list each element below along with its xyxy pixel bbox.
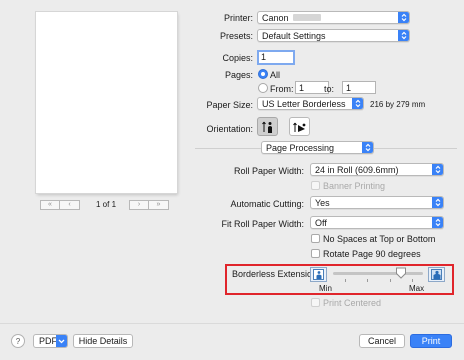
max-extension-icon <box>428 267 445 282</box>
popup-stepper-icon <box>432 197 443 208</box>
presets-label: Presets: <box>219 31 253 41</box>
next-page-icon[interactable]: › <box>129 199 149 210</box>
page-preview <box>36 12 177 193</box>
landscape-orientation-button[interactable] <box>289 117 310 136</box>
pdf-menu-button[interactable]: PDF <box>33 334 68 348</box>
slider-tick <box>367 279 368 282</box>
fit-roll-paper-width-popup[interactable]: Off <box>310 216 444 229</box>
last-page-icon[interactable]: » <box>149 199 169 210</box>
page-count: 1 of 1 <box>96 200 117 209</box>
portrait-icon <box>261 121 272 133</box>
popup-stepper-icon <box>432 164 443 175</box>
roll-paper-width-popup[interactable]: 24 in Roll (609.6mm) <box>310 163 444 176</box>
borderless-extension-label: Borderless Extension: <box>232 269 320 279</box>
borderless-extension-track[interactable] <box>333 272 423 275</box>
pages-all-label: All <box>270 70 281 80</box>
hide-details-button[interactable]: Hide Details <box>73 334 133 348</box>
section-popup[interactable]: Page Processing <box>261 141 374 154</box>
presets-value: Default Settings <box>262 30 326 41</box>
no-spaces-label: No Spaces at Top or Bottom <box>323 234 436 244</box>
landscape-icon <box>292 122 305 132</box>
print-centered-label: Print Centered <box>323 298 382 308</box>
min-extension-icon <box>310 267 327 282</box>
slider-tick <box>345 279 346 282</box>
pages-label: Pages: <box>224 70 253 80</box>
portrait-orientation-button[interactable] <box>257 117 278 136</box>
printer-model-redacted <box>292 14 321 21</box>
pages-to-field[interactable]: 1 <box>342 81 376 94</box>
paper-size-label: Paper Size: <box>206 100 253 110</box>
chevron-down-icon <box>56 335 67 347</box>
page-nav-right: › » <box>129 199 169 210</box>
footer-separator <box>0 323 464 324</box>
automatic-cutting-popup[interactable]: Yes <box>310 196 444 209</box>
cancel-button[interactable]: Cancel <box>359 334 405 348</box>
first-page-icon[interactable]: « <box>40 199 60 210</box>
borderless-extension-thumb[interactable] <box>395 267 407 279</box>
popup-stepper-icon <box>398 12 409 23</box>
popup-stepper-icon <box>398 30 409 41</box>
printer-label: Printer: <box>223 13 253 23</box>
rotate-page-checkbox[interactable] <box>311 249 320 258</box>
automatic-cutting-label: Automatic Cutting: <box>230 199 304 209</box>
paper-size-popup[interactable]: US Letter Borderless <box>257 97 364 110</box>
slider-tick <box>412 279 413 282</box>
fit-roll-paper-width-value: Off <box>315 217 327 228</box>
roll-paper-width-label: Roll Paper Width: <box>233 166 304 176</box>
copies-field[interactable]: 1 <box>257 50 295 65</box>
popup-stepper-icon <box>352 98 363 109</box>
borderless-extension-max-label: Max <box>409 284 425 293</box>
printer-value: Canon <box>262 12 289 23</box>
help-button[interactable]: ? <box>11 334 25 348</box>
slider-tick <box>390 279 391 282</box>
print-button[interactable]: Print <box>410 334 452 348</box>
banner-printing-label: Banner Printing <box>323 181 386 191</box>
pdf-label: PDF <box>39 336 57 346</box>
fit-roll-paper-width-label: Fit Roll Paper Width: <box>221 219 304 229</box>
copies-label: Copies: <box>222 53 253 63</box>
pages-from-label: From: <box>270 84 294 94</box>
popup-stepper-icon <box>432 217 443 228</box>
pages-from-radio[interactable] <box>258 83 268 93</box>
print-centered-checkbox[interactable] <box>311 298 320 307</box>
orientation-label: Orientation: <box>206 124 253 134</box>
section-value: Page Processing <box>266 142 335 153</box>
roll-paper-width-value: 24 in Roll (609.6mm) <box>315 164 399 175</box>
no-spaces-checkbox[interactable] <box>311 234 320 243</box>
presets-popup[interactable]: Default Settings <box>257 29 410 42</box>
paper-size-value: US Letter Borderless <box>262 98 346 109</box>
printer-popup[interactable]: Canon <box>257 11 410 24</box>
prev-page-icon[interactable]: ‹ <box>60 199 80 210</box>
rotate-page-label: Rotate Page 90 degrees <box>323 249 421 259</box>
page-nav-left: « ‹ <box>40 199 80 210</box>
borderless-extension-min-label: Min <box>319 284 332 293</box>
automatic-cutting-value: Yes <box>315 197 330 208</box>
popup-stepper-icon <box>362 142 373 153</box>
pages-to-label: to: <box>324 84 335 94</box>
banner-printing-checkbox[interactable] <box>311 181 320 190</box>
pages-all-radio[interactable] <box>258 69 268 79</box>
paper-dimensions: 216 by 279 mm <box>370 100 426 109</box>
